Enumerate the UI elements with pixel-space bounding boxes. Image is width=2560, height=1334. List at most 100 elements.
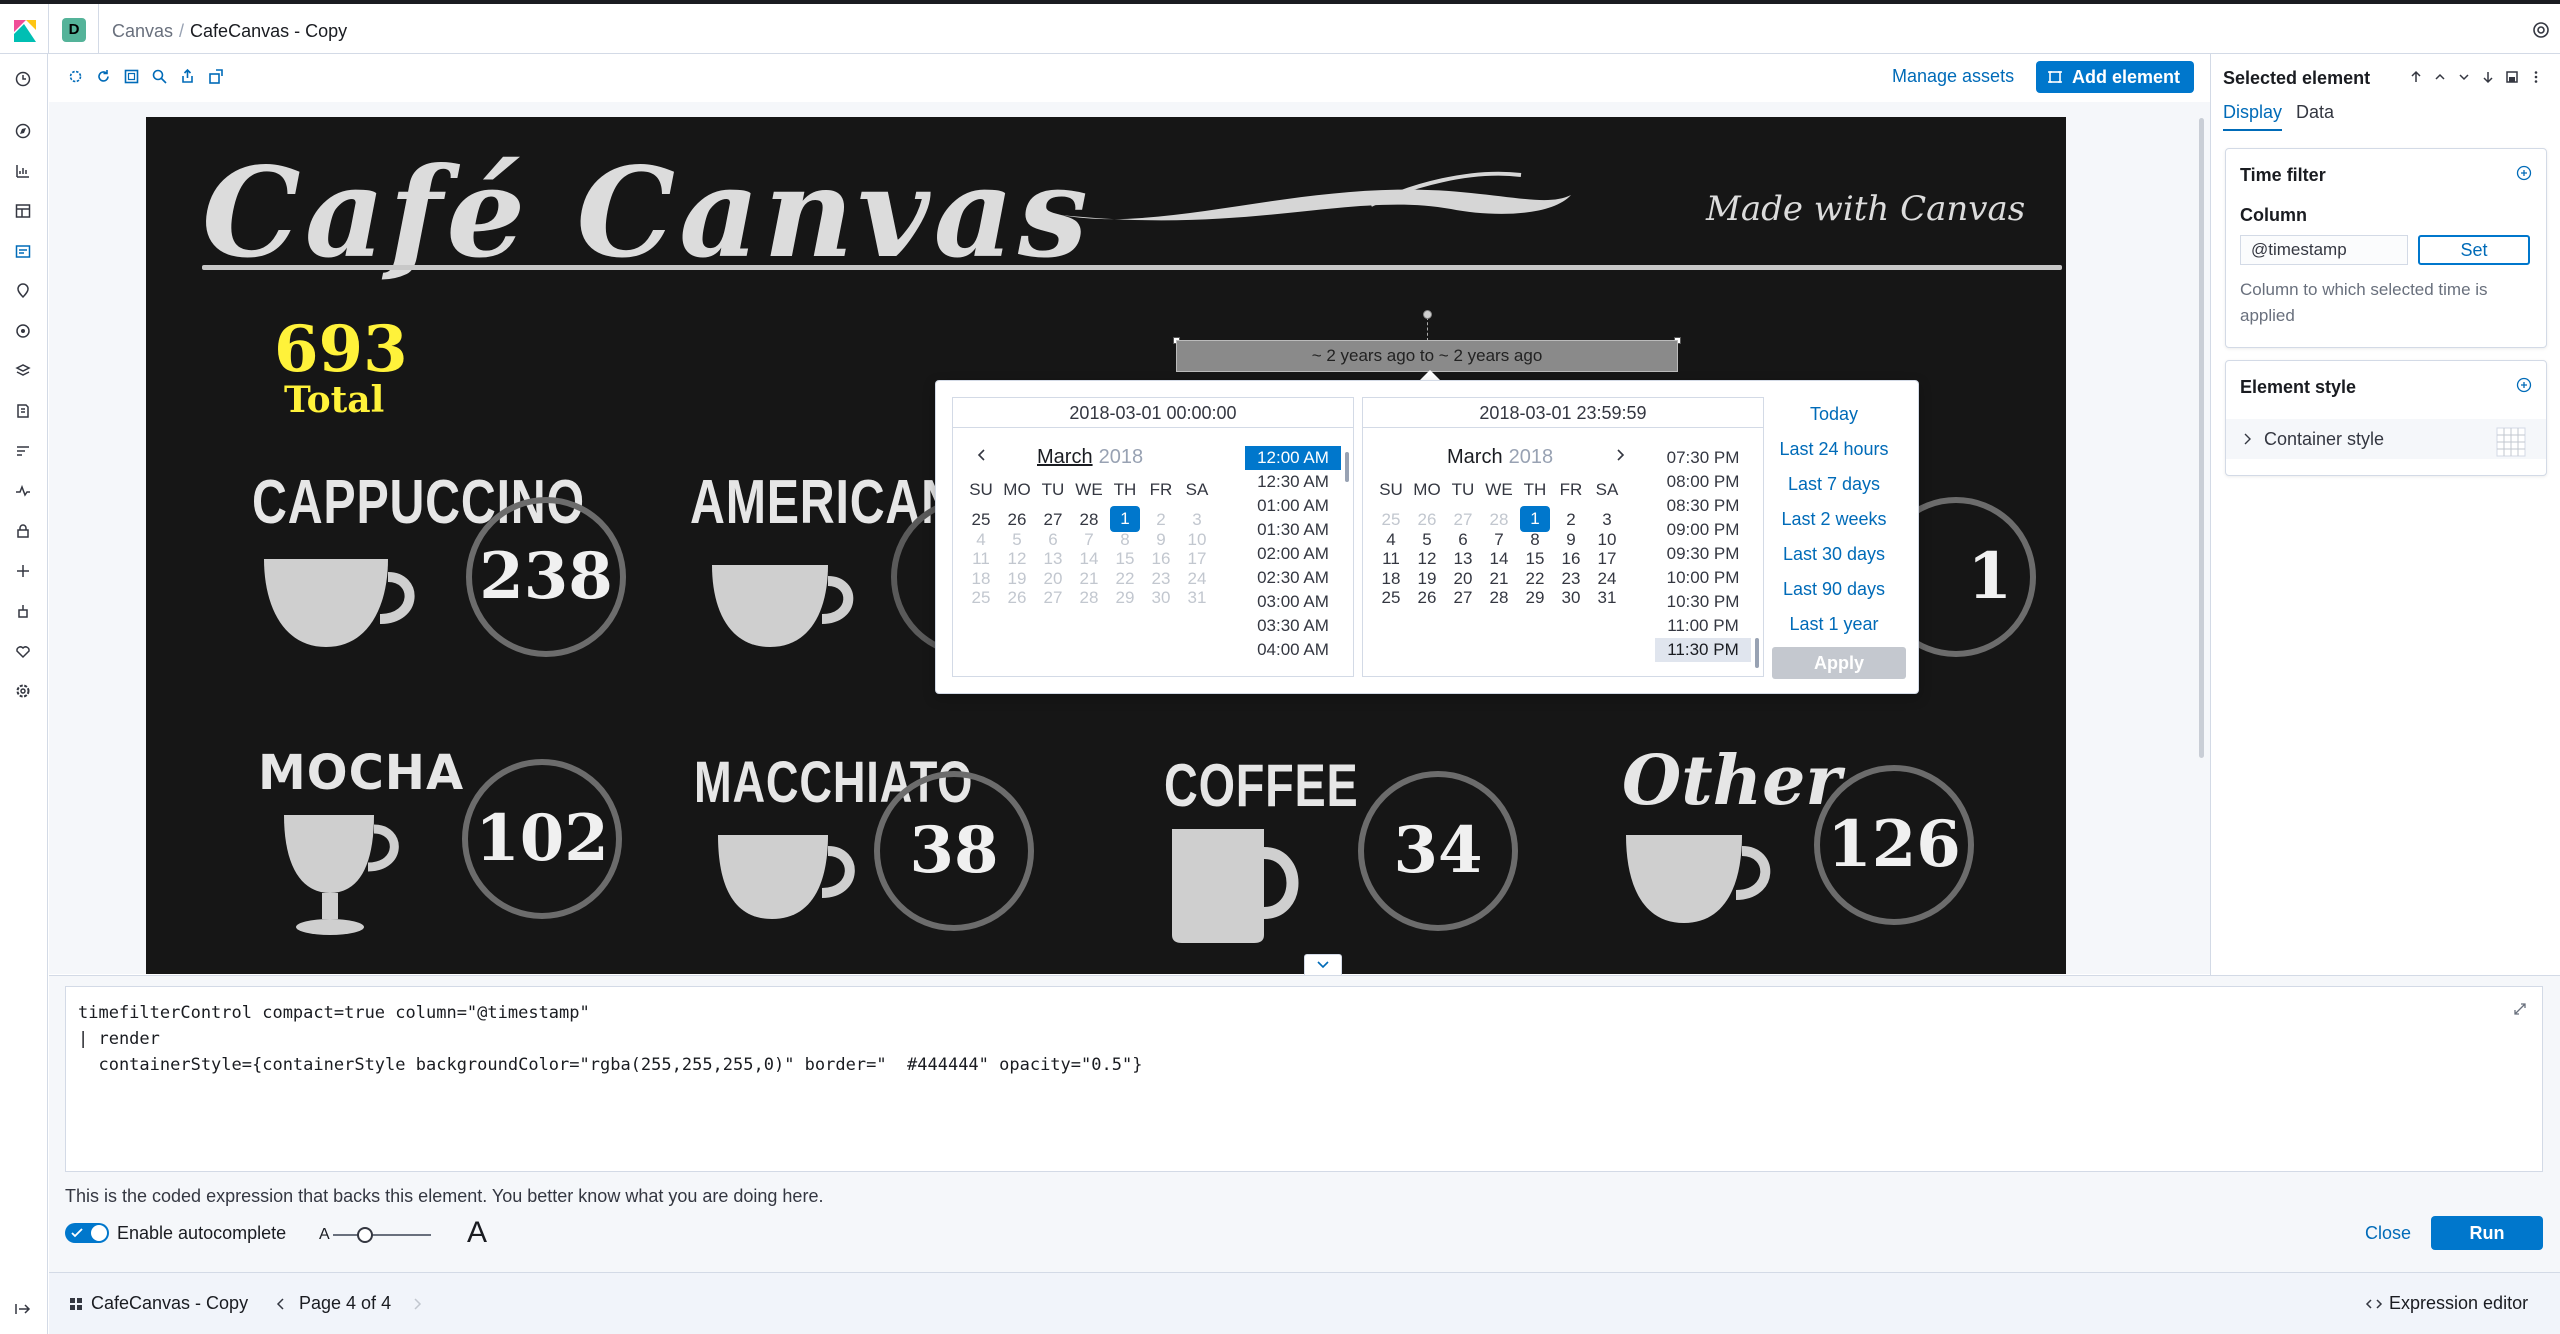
- start-month-select[interactable]: March: [1037, 446, 1093, 468]
- container-style-accordion[interactable]: Container style: [2226, 419, 2546, 459]
- dock-navigation-icon[interactable]: [14, 1302, 32, 1316]
- run-button[interactable]: Run: [2431, 1216, 2543, 1250]
- appearance-grid-icon[interactable]: [2496, 427, 2526, 457]
- time-option[interactable]: 09:00 PM: [1655, 518, 1751, 542]
- page-indicator[interactable]: Page 4 of 4: [299, 1293, 391, 1314]
- time-option[interactable]: 01:30 AM: [1245, 518, 1341, 542]
- mocha-count-ring[interactable]: 102: [462, 759, 622, 919]
- mocha-label[interactable]: MOCHA: [258, 745, 464, 801]
- calendar-day[interactable]: 30: [1143, 584, 1179, 612]
- expression-code-input[interactable]: timefilterControl compact=true column="@…: [65, 986, 2543, 1172]
- mocha-cup-icon[interactable]: [278, 807, 408, 947]
- elastic-logo-icon[interactable]: [12, 18, 38, 44]
- dashboard-icon[interactable]: [14, 202, 32, 220]
- total-count-metric[interactable]: 693: [274, 312, 408, 387]
- apply-button[interactable]: Apply: [1772, 647, 1906, 679]
- quick-range-link[interactable]: Today: [1764, 397, 1904, 432]
- previous-page-icon[interactable]: [275, 1297, 287, 1311]
- americano-cup-icon[interactable]: [706, 547, 866, 657]
- calendar-day[interactable]: 30: [1553, 584, 1589, 612]
- chalk-swoosh-decoration[interactable]: [1051, 165, 1591, 245]
- other-cup-icon[interactable]: [1620, 827, 1780, 937]
- time-option[interactable]: 11:00 PM: [1655, 614, 1751, 638]
- end-year-select[interactable]: 2018: [1509, 446, 1554, 468]
- machine-learning-icon[interactable]: [14, 322, 32, 340]
- autocomplete-toggle[interactable]: [65, 1223, 109, 1243]
- fullscreen-icon[interactable]: [123, 68, 140, 85]
- space-avatar[interactable]: D: [62, 18, 86, 42]
- end-time-scrollbar[interactable]: [1755, 638, 1759, 668]
- font-size-slider-thumb[interactable]: [357, 1227, 373, 1243]
- page-manager-grid-icon[interactable]: [69, 1297, 83, 1311]
- total-label[interactable]: Total: [284, 379, 384, 421]
- expression-editor-toggle[interactable]: Expression editor: [2389, 1293, 2528, 1314]
- end-month-select[interactable]: March: [1447, 446, 1503, 468]
- calendar-day[interactable]: 29: [1517, 584, 1553, 612]
- calendar-day[interactable]: 26: [1409, 584, 1445, 612]
- time-option[interactable]: 12:30 AM: [1245, 470, 1341, 494]
- time-filter-element[interactable]: ~ 2 years ago to ~ 2 years ago: [1176, 340, 1678, 372]
- coffee-count-ring[interactable]: 34: [1358, 771, 1518, 931]
- footer-workpad-name[interactable]: CafeCanvas - Copy: [91, 1293, 248, 1314]
- column-input[interactable]: @timestamp: [2240, 235, 2408, 265]
- calendar-day[interactable]: 25: [1373, 584, 1409, 612]
- font-size-slider-track[interactable]: [333, 1234, 431, 1236]
- add-time-filter-icon[interactable]: [2516, 165, 2532, 181]
- calendar-day[interactable]: 29: [1107, 584, 1143, 612]
- calendar-day[interactable]: 28: [1481, 584, 1517, 612]
- quick-range-link[interactable]: Last 24 hours: [1764, 432, 1904, 467]
- time-option[interactable]: 03:30 AM: [1245, 614, 1341, 638]
- uptime-icon[interactable]: [14, 482, 32, 500]
- cappuccino-count-ring[interactable]: 238: [466, 497, 626, 657]
- start-year-select[interactable]: 2018: [1099, 446, 1144, 468]
- time-option[interactable]: 02:30 AM: [1245, 566, 1341, 590]
- time-option[interactable]: 07:30 PM: [1655, 446, 1751, 470]
- time-option[interactable]: 02:00 AM: [1245, 542, 1341, 566]
- logs-icon[interactable]: [14, 402, 32, 420]
- manage-assets-link[interactable]: Manage assets: [1892, 66, 2014, 87]
- time-option[interactable]: 11:30 PM: [1655, 638, 1751, 662]
- time-option[interactable]: 08:00 PM: [1655, 470, 1751, 494]
- time-option[interactable]: 03:00 AM: [1245, 590, 1341, 614]
- end-time-list[interactable]: 07:30 PM 08:00 PM 08:30 PM 09:00 PM 09:30 PM…: [1655, 446, 1751, 668]
- macchiato-cup-icon[interactable]: [712, 827, 862, 937]
- other-label[interactable]: Other: [1622, 741, 1841, 821]
- time-option[interactable]: 10:00 PM: [1655, 566, 1751, 590]
- quick-range-link[interactable]: Last 1 year: [1764, 607, 1904, 642]
- next-month-icon[interactable]: [1613, 448, 1627, 462]
- add-element-button[interactable]: Add element: [2036, 61, 2194, 93]
- calendar-day[interactable]: 31: [1589, 584, 1625, 612]
- previous-month-icon[interactable]: [975, 448, 989, 462]
- siem-lock-icon[interactable]: [14, 522, 32, 540]
- edit-lock-icon[interactable]: [207, 68, 224, 85]
- bring-forward-icon[interactable]: [2433, 70, 2447, 84]
- coffee-mug-icon[interactable]: [1166, 823, 1316, 953]
- other-count-ring[interactable]: 126: [1814, 765, 1974, 925]
- more-actions-icon[interactable]: [2529, 70, 2543, 84]
- bring-to-front-icon[interactable]: [2409, 70, 2423, 84]
- breadcrumb-canvas[interactable]: Canvas: [112, 21, 173, 41]
- quick-range-link[interactable]: Last 90 days: [1764, 572, 1904, 607]
- start-date-input[interactable]: 2018-03-01 00:00:00: [953, 398, 1353, 428]
- stage-scrollbar[interactable]: [2199, 118, 2204, 758]
- save-element-icon[interactable]: [2505, 70, 2519, 84]
- canvas-app-icon[interactable]: [14, 242, 32, 260]
- dev-tools-icon[interactable]: [14, 562, 32, 580]
- coffee-label[interactable]: COFFEE: [1164, 751, 1358, 820]
- heartbeat-icon[interactable]: [14, 642, 32, 660]
- maps-icon[interactable]: [14, 282, 32, 300]
- infrastructure-icon[interactable]: [14, 362, 32, 380]
- send-to-back-icon[interactable]: [2481, 70, 2495, 84]
- expand-editor-icon[interactable]: [2512, 1001, 2528, 1017]
- calendar-day[interactable]: 25: [963, 584, 999, 612]
- share-icon[interactable]: [179, 68, 196, 85]
- set-column-button[interactable]: Set: [2418, 235, 2530, 265]
- add-element-style-icon[interactable]: [2516, 377, 2532, 393]
- recent-clock-icon[interactable]: [14, 70, 32, 88]
- refresh-icon[interactable]: [95, 68, 112, 85]
- close-editor-button[interactable]: Close: [2365, 1223, 2411, 1244]
- workpad-settings-icon[interactable]: [67, 68, 84, 85]
- stack-monitoring-icon[interactable]: [14, 602, 32, 620]
- quick-range-link[interactable]: Last 2 weeks: [1764, 502, 1904, 537]
- calendar-day[interactable]: 28: [1071, 584, 1107, 612]
